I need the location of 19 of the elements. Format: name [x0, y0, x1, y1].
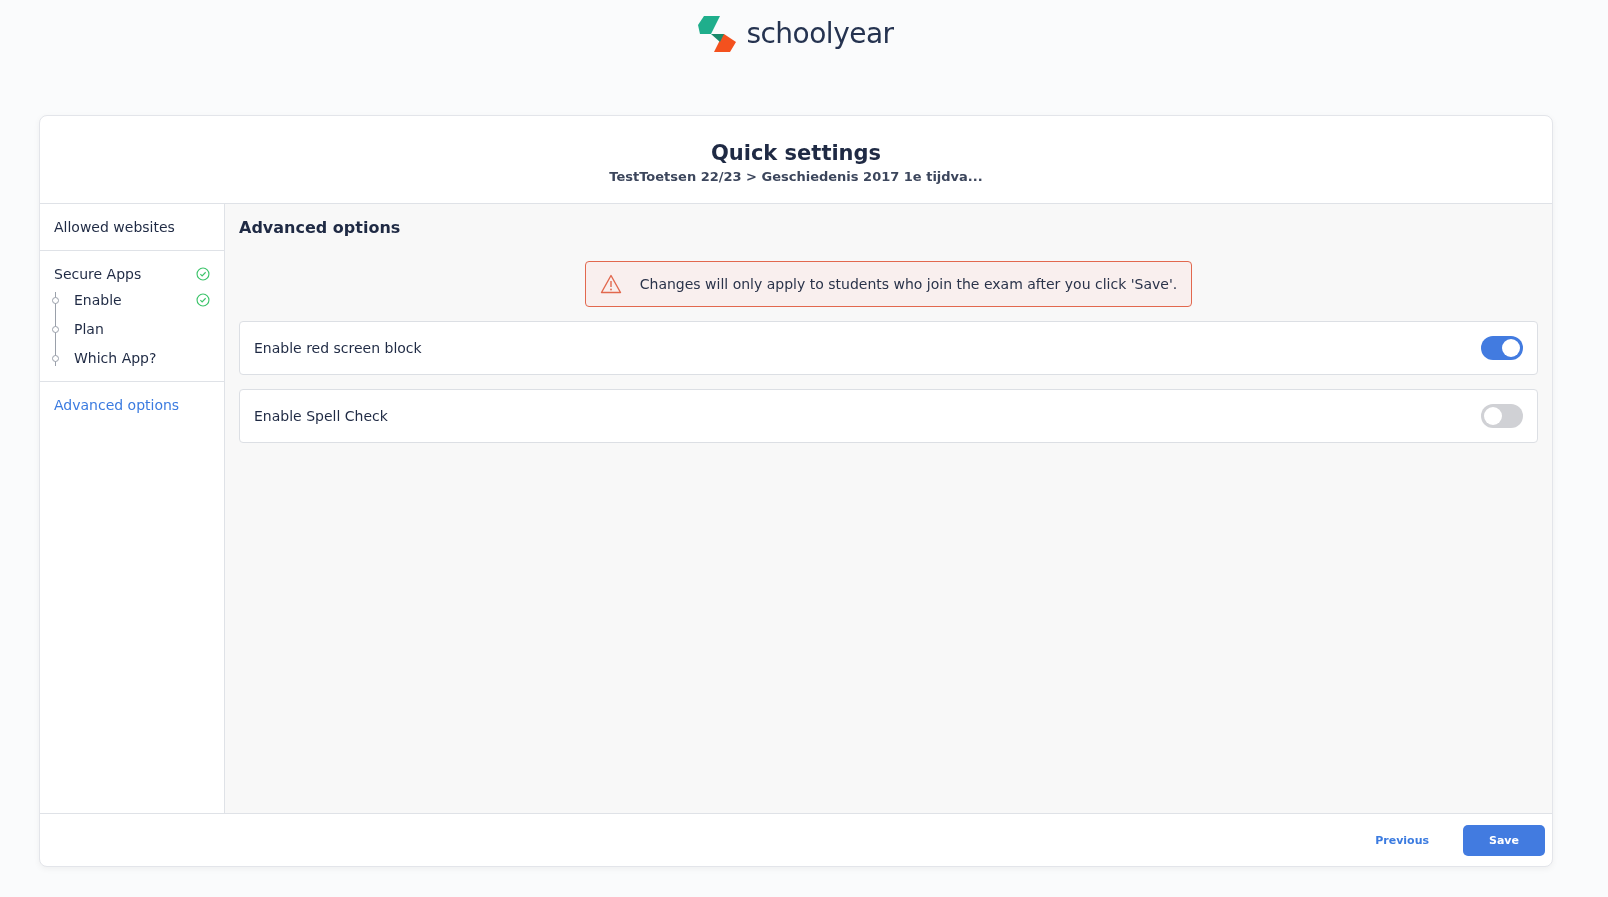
option-label: Enable Spell Check	[254, 408, 388, 424]
sidebar-subitem[interactable]: Plan	[74, 321, 104, 337]
sidebar-item[interactable]: Advanced options	[54, 397, 180, 413]
warning-text: Changes will only apply to students who join the exam after you click 'Save'.	[639, 276, 1178, 292]
toggle-switch[interactable]	[1481, 404, 1523, 428]
sidebar-item[interactable]: Secure Apps	[54, 266, 142, 282]
sidebar-subitem[interactable]: Which App?	[74, 350, 157, 366]
page-title: Quick settings	[710, 141, 882, 165]
option-label: Enable red screen block	[254, 340, 422, 356]
previous-button[interactable]: Previous	[1361, 824, 1443, 856]
logo-icon	[698, 14, 737, 52]
section-title: Advanced options	[239, 218, 402, 237]
sidebar-subitem[interactable]: Enable	[74, 292, 122, 308]
brand-name: schoolyear	[746, 16, 894, 52]
toggle-switch[interactable]	[1481, 336, 1523, 360]
save-button[interactable]: Save	[1463, 824, 1545, 856]
breadcrumb-text: TestToetsen 22/23 > Geschiedenis 2017 1e tijdva...	[609, 169, 983, 184]
warning-icon	[599, 274, 622, 294]
sidebar-item[interactable]: Allowed websites	[54, 219, 175, 235]
